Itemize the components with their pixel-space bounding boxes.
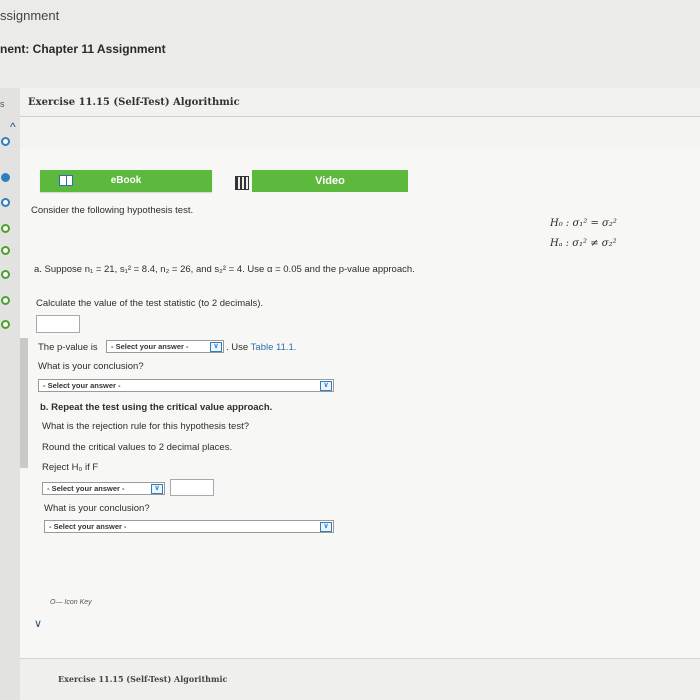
nav-label: s bbox=[0, 99, 5, 109]
exercise-panel: Exercise 11.15 (Self-Test) Algorithmic ^… bbox=[10, 88, 700, 700]
round-note: Round the critical values to 2 decimal p… bbox=[42, 442, 233, 453]
alternative-hypothesis: Hₐ : σ₁² ≠ σ₂² bbox=[550, 238, 617, 249]
ebook-button[interactable]: eBook bbox=[40, 170, 212, 192]
nav-dot-8[interactable] bbox=[1, 320, 10, 329]
pvalue-prefix: The p-value is bbox=[38, 342, 98, 353]
chevron-down-icon: ∨ bbox=[210, 342, 222, 352]
footer-exercise-title: Exercise 11.15 (Self-Test) Algorithmic bbox=[58, 674, 228, 684]
film-icon bbox=[235, 176, 249, 190]
test-statistic-input[interactable] bbox=[36, 315, 80, 333]
book-icon bbox=[59, 175, 73, 186]
nav-dot-4[interactable] bbox=[1, 224, 10, 233]
icon-key[interactable]: O— Icon Key bbox=[50, 599, 92, 606]
use-prefix: . Use bbox=[226, 342, 249, 353]
conclusion-select-b[interactable]: - Select your answer - ∨ bbox=[44, 520, 334, 533]
part-b-text: b. Repeat the test using the critical va… bbox=[40, 402, 273, 413]
rejection-question: What is the rejection rule for this hypo… bbox=[42, 421, 249, 432]
chevron-up-icon[interactable]: ^ bbox=[10, 120, 16, 134]
nav-dot-7[interactable] bbox=[1, 296, 10, 305]
part-a-text: a. Suppose n₁ = 21, s₁² = 8.4, n₂ = 26, … bbox=[34, 264, 415, 275]
null-hypothesis: H₀ : σ₁² = σ₂² bbox=[550, 218, 617, 229]
critical-value-input[interactable] bbox=[170, 479, 214, 496]
chevron-down-icon: ∨ bbox=[151, 484, 163, 494]
conclusion-select-b-value: - Select your answer - bbox=[49, 522, 127, 531]
conclusion-select-a-value: - Select your answer - bbox=[43, 381, 121, 390]
conclusion-question-b: What is your conclusion? bbox=[44, 503, 150, 514]
reject-select[interactable]: - Select your answer - ∨ bbox=[42, 482, 165, 495]
nav-dot-1[interactable] bbox=[1, 137, 10, 146]
pvalue-select-value: - Select your answer - bbox=[111, 342, 189, 351]
reject-label: Reject H₀ if F bbox=[42, 462, 99, 473]
chevron-down-icon: ∨ bbox=[320, 522, 332, 532]
intro-text: Consider the following hypothesis test. bbox=[31, 205, 194, 216]
nav-dot-6[interactable] bbox=[1, 270, 10, 279]
exercise-title: Exercise 11.15 (Self-Test) Algorithmic bbox=[28, 97, 240, 108]
table-link[interactable]: Table 11.1. bbox=[251, 342, 297, 353]
conclusion-question-a: What is your conclusion? bbox=[38, 361, 144, 372]
chapter-title: nent: Chapter 11 Assignment bbox=[0, 42, 166, 56]
pvalue-select[interactable]: - Select your answer - ∨ bbox=[106, 340, 224, 353]
chevron-down-icon[interactable]: ∨ bbox=[34, 617, 42, 630]
exercise-content: eBook Video Consider the following hypot… bbox=[20, 148, 700, 658]
conclusion-select-a[interactable]: - Select your answer - ∨ bbox=[38, 379, 334, 392]
calc-prompt: Calculate the value of the test statisti… bbox=[36, 298, 264, 309]
nav-dot-2[interactable] bbox=[1, 173, 10, 182]
video-label: Video bbox=[315, 175, 345, 187]
assignment-title: ssignment bbox=[0, 8, 60, 23]
reject-select-value: - Select your answer - bbox=[47, 484, 125, 493]
nav-dot-3[interactable] bbox=[1, 198, 10, 207]
ebook-label: eBook bbox=[110, 175, 142, 186]
video-button[interactable]: Video bbox=[252, 170, 408, 192]
nav-dot-5[interactable] bbox=[1, 246, 10, 255]
scrollbar[interactable] bbox=[20, 338, 28, 468]
chevron-down-icon: ∨ bbox=[320, 381, 332, 391]
exercise-footer: ∨ Exercise 11.15 (Self-Test) Algorithmic bbox=[20, 618, 700, 700]
exercise-header: Exercise 11.15 (Self-Test) Algorithmic bbox=[20, 88, 700, 117]
use-table-text: . Use Table 11.1. bbox=[226, 342, 296, 353]
top-bar: ssignment nent: Chapter 11 Assignment bbox=[0, 0, 700, 88]
